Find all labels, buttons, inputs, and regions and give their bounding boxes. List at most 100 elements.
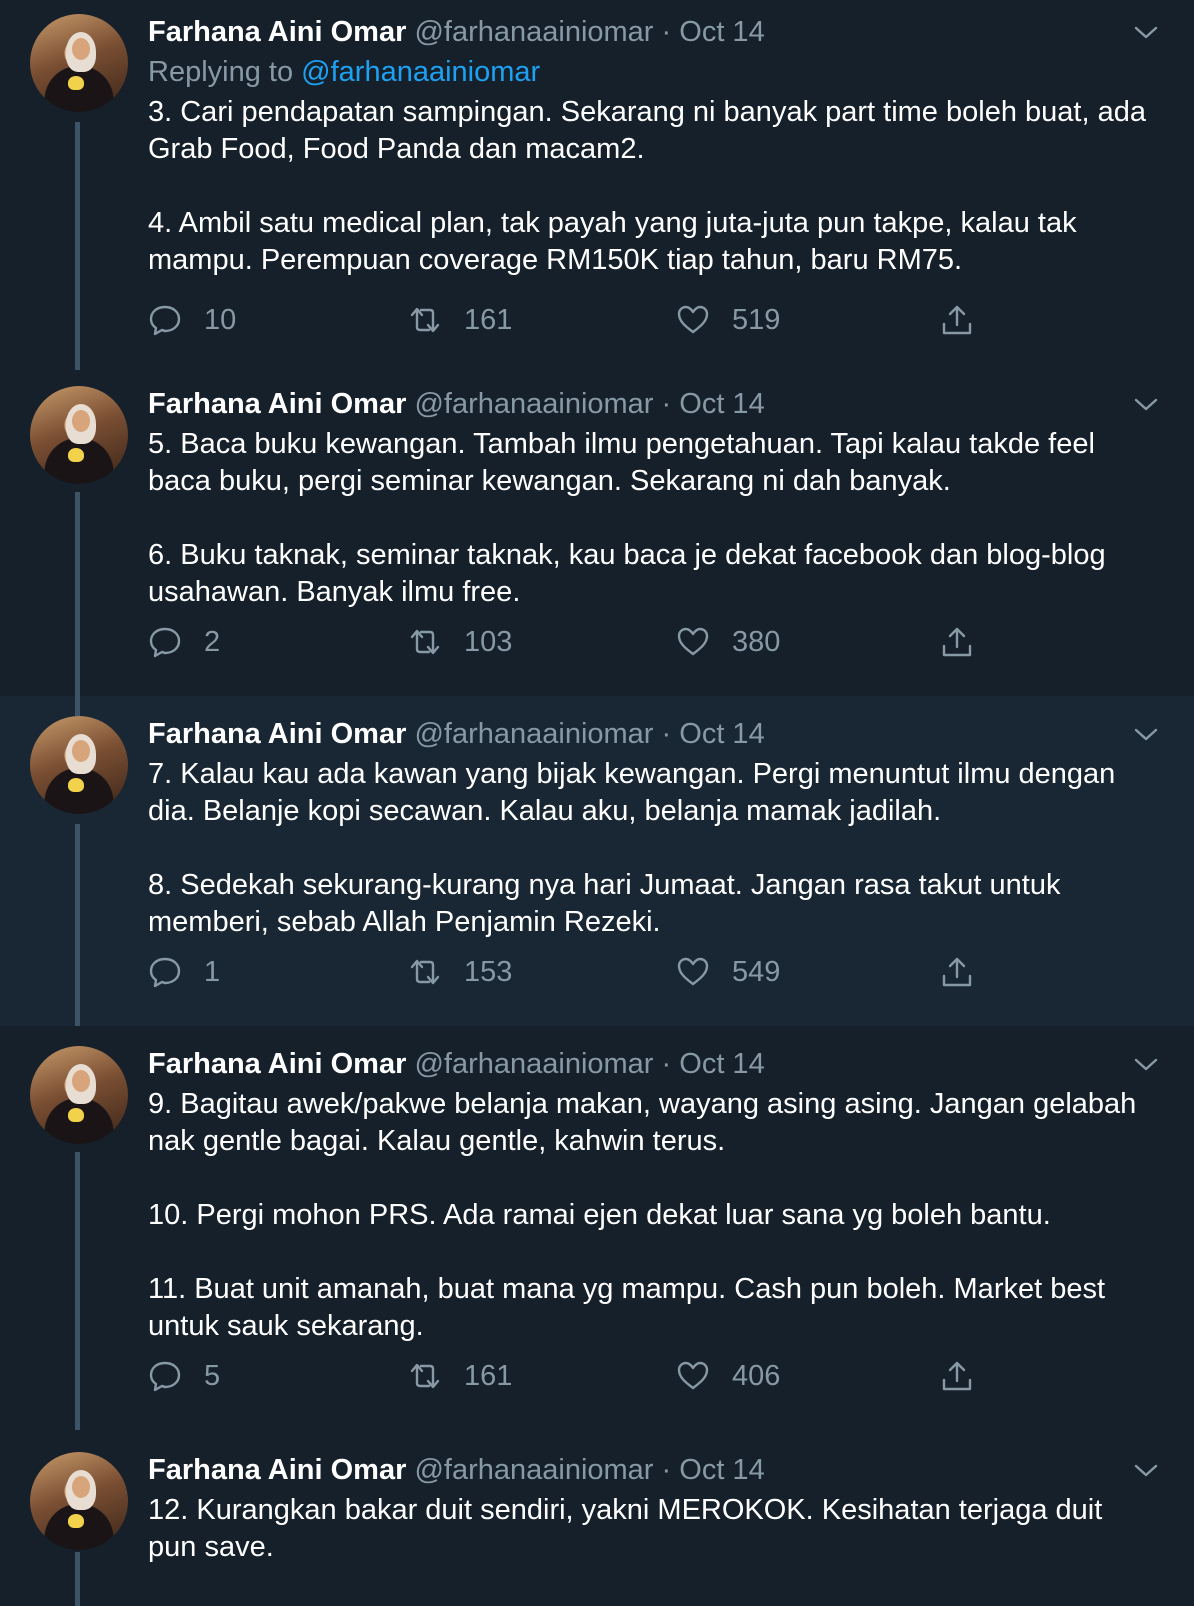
chevron-down-icon[interactable]: [1134, 398, 1158, 412]
avatar[interactable]: [30, 1452, 128, 1550]
retweet-button[interactable]: 161: [408, 300, 512, 340]
tweet-text: 5. Baca buku kewangan. Tambah ilmu penge…: [148, 426, 1154, 611]
author-handle[interactable]: @farhanaainiomar: [414, 388, 653, 420]
author-name[interactable]: Farhana Aini Omar: [148, 16, 406, 48]
like-button[interactable]: 519: [676, 300, 780, 340]
share-button[interactable]: [940, 952, 974, 992]
retweet-count: 161: [464, 303, 513, 336]
reply-icon: [149, 305, 181, 336]
tweet-actions: 2 103 380: [148, 622, 978, 662]
retweet-icon: [410, 629, 440, 655]
author-handle[interactable]: @farhanaainiomar: [414, 1454, 653, 1486]
author-name[interactable]: Farhana Aini Omar: [148, 718, 406, 750]
tweet-date[interactable]: Oct 14: [679, 1048, 764, 1080]
tweet-paragraph: 4. Ambil satu medical plan, tak payah ya…: [148, 207, 1077, 276]
tweet-paragraph: 11. Buat unit amanah, buat mana yg mampu…: [148, 1273, 1106, 1342]
thread-line: [75, 1152, 80, 1430]
avatar[interactable]: [30, 14, 128, 112]
share-button[interactable]: [940, 622, 974, 662]
replying-to-mention[interactable]: @farhanaainiomar: [301, 56, 540, 88]
tweet-text: 12. Kurangkan bakar duit sendiri, yakni …: [148, 1492, 1154, 1566]
tweet-paragraph: 6. Buku taknak, seminar taknak, kau baca…: [148, 539, 1106, 608]
tweet[interactable]: Farhana Aini Omar @farhanaainiomar · Oct…: [0, 696, 1194, 1026]
tweet-actions: 1 153 549: [148, 952, 978, 992]
tweet-header: Farhana Aini Omar @farhanaainiomar · Oct…: [148, 716, 1154, 752]
retweet-count: 161: [464, 1359, 513, 1392]
share-icon: [942, 627, 972, 657]
chevron-down-icon[interactable]: [1134, 26, 1158, 40]
chevron-down-icon[interactable]: [1134, 728, 1158, 742]
retweet-icon: [410, 959, 440, 985]
thread-line: [75, 696, 80, 716]
author-name[interactable]: Farhana Aini Omar: [148, 1048, 406, 1080]
reply-count: 10: [204, 303, 237, 336]
like-count: 549: [732, 955, 781, 988]
share-icon: [942, 957, 972, 987]
replying-to-label: Replying to: [148, 56, 294, 88]
reply-count: 5: [204, 1359, 221, 1392]
tweet-paragraph: 9. Bagitau awek/pakwe belanja makan, way…: [148, 1088, 1137, 1157]
like-count: 519: [732, 303, 781, 336]
tweet[interactable]: Farhana Aini Omar @farhanaainiomar · Oct…: [0, 370, 1194, 696]
share-icon: [942, 1361, 972, 1391]
author-handle[interactable]: @farhanaainiomar: [414, 16, 653, 48]
tweet-paragraph: 5. Baca buku kewangan. Tambah ilmu penge…: [148, 428, 1095, 497]
tweet[interactable]: Farhana Aini Omar @farhanaainiomar · Oct…: [0, 0, 1194, 370]
retweet-count: 153: [464, 955, 513, 988]
reply-icon: [149, 627, 181, 658]
like-button[interactable]: 549: [676, 952, 780, 992]
separator: ·: [661, 1454, 672, 1486]
avatar[interactable]: [30, 386, 128, 484]
reply-button[interactable]: 2: [148, 622, 220, 662]
reply-button[interactable]: 1: [148, 952, 220, 992]
retweet-button[interactable]: 103: [408, 622, 512, 662]
tweet[interactable]: Farhana Aini Omar @farhanaainiomar · Oct…: [0, 1430, 1194, 1606]
tweet-actions: 10 161 519: [148, 300, 978, 340]
author-handle[interactable]: @farhanaainiomar: [414, 1048, 653, 1080]
tweet-date[interactable]: Oct 14: [679, 16, 764, 48]
reply-icon: [149, 957, 181, 988]
avatar[interactable]: [30, 1046, 128, 1144]
reply-button[interactable]: 10: [148, 300, 236, 340]
share-button[interactable]: [940, 300, 974, 340]
tweet-paragraph: 8. Sedekah sekurang-kurang nya hari Juma…: [148, 869, 1061, 938]
retweet-button[interactable]: 153: [408, 952, 512, 992]
tweet-thread: Farhana Aini Omar @farhanaainiomar · Oct…: [0, 0, 1194, 1606]
tweet-paragraph: 10. Pergi mohon PRS. Ada ramai ejen deka…: [148, 1199, 1051, 1231]
like-count: 380: [732, 625, 781, 658]
reply-count: 2: [204, 625, 221, 658]
retweet-count: 103: [464, 625, 513, 658]
tweet-date[interactable]: Oct 14: [679, 388, 764, 420]
tweet-text: 7. Kalau kau ada kawan yang bijak kewang…: [148, 756, 1154, 941]
tweet-header: Farhana Aini Omar @farhanaainiomar · Oct…: [148, 386, 1154, 422]
author-name[interactable]: Farhana Aini Omar: [148, 1454, 406, 1486]
tweet-date[interactable]: Oct 14: [679, 718, 764, 750]
thread-line: [75, 122, 80, 370]
reply-count: 1: [204, 955, 221, 988]
author-name[interactable]: Farhana Aini Omar: [148, 388, 406, 420]
retweet-icon: [410, 1363, 440, 1389]
avatar[interactable]: [30, 716, 128, 814]
tweet-actions: 5 161 406: [148, 1356, 978, 1396]
share-button[interactable]: [940, 1356, 974, 1396]
retweet-button[interactable]: 161: [408, 1356, 512, 1396]
separator: ·: [661, 718, 672, 750]
share-icon: [942, 305, 972, 335]
reply-button[interactable]: 5: [148, 1356, 220, 1396]
tweet-text: 9. Bagitau awek/pakwe belanja makan, way…: [148, 1086, 1154, 1345]
retweet-icon: [410, 307, 440, 333]
like-button[interactable]: 380: [676, 622, 780, 662]
tweet-paragraph: 12. Kurangkan bakar duit sendiri, yakni …: [148, 1494, 1103, 1563]
heart-icon: [677, 305, 709, 334]
author-handle[interactable]: @farhanaainiomar: [414, 718, 653, 750]
chevron-down-icon[interactable]: [1134, 1058, 1158, 1072]
like-count: 406: [732, 1359, 781, 1392]
thread-line: [75, 492, 80, 696]
heart-icon: [677, 957, 709, 986]
tweet[interactable]: Farhana Aini Omar @farhanaainiomar · Oct…: [0, 1026, 1194, 1430]
separator: ·: [661, 388, 672, 420]
tweet-paragraph: 3. Cari pendapatan sampingan. Sekarang n…: [148, 96, 1146, 165]
tweet-date[interactable]: Oct 14: [679, 1454, 764, 1486]
like-button[interactable]: 406: [676, 1356, 780, 1396]
chevron-down-icon[interactable]: [1134, 1464, 1158, 1478]
